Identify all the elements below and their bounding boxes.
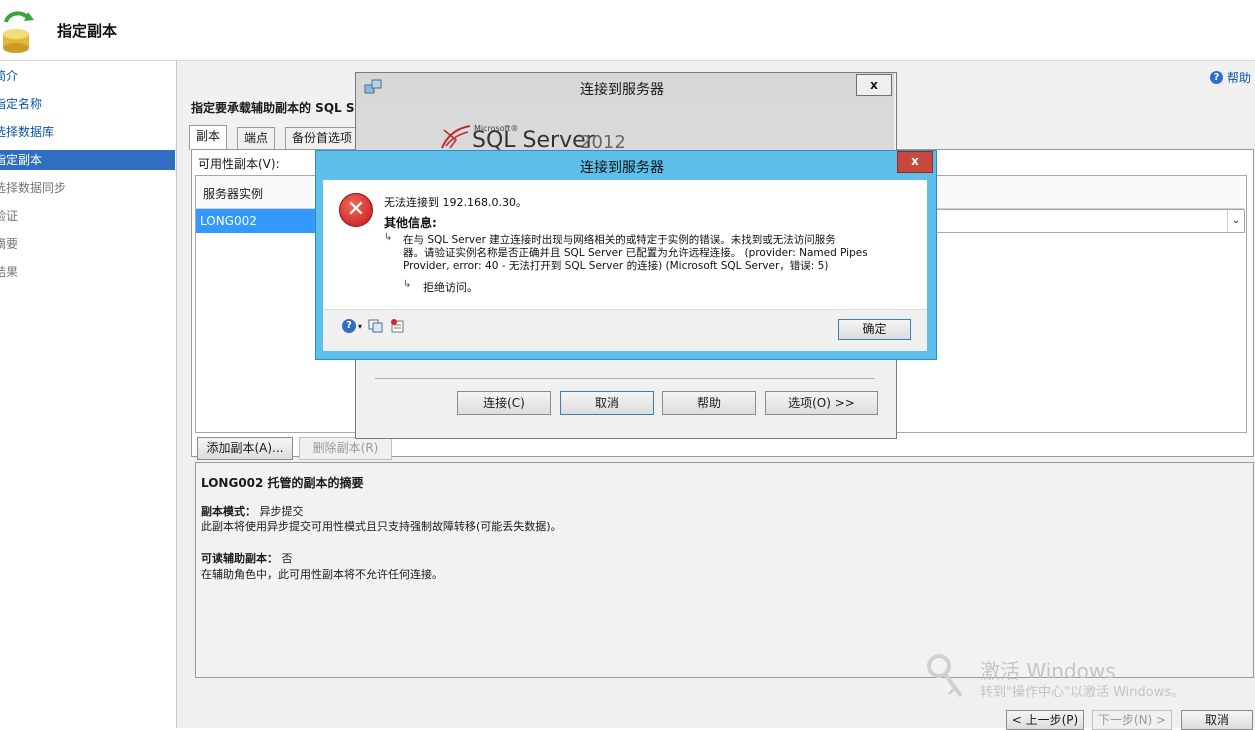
cancel-wizard-button[interactable]: 取消 bbox=[1181, 710, 1253, 730]
inner-error-message: 拒绝访问。 bbox=[423, 281, 478, 294]
divider bbox=[375, 378, 875, 379]
page-title: 指定副本 bbox=[57, 22, 118, 40]
nav-item-intro[interactable]: 简介 bbox=[0, 66, 175, 86]
options-button[interactable]: 选项(O) >> bbox=[765, 391, 878, 415]
error-dialog-close-button[interactable]: x bbox=[897, 151, 933, 173]
tree-arrow-icon: ↳ bbox=[384, 232, 393, 243]
help-icon: ? bbox=[1210, 71, 1223, 84]
tab-replicas[interactable]: 副本 bbox=[189, 125, 228, 150]
wizard-header bbox=[0, 0, 1255, 61]
cancel-connect-button[interactable]: 取消 bbox=[560, 391, 654, 415]
help-button[interactable]: 帮助 bbox=[662, 391, 756, 415]
next-button: 下一步(N) > bbox=[1092, 710, 1172, 730]
error-toolbar: ? ▾ bbox=[342, 319, 406, 333]
nav-item-validation: 验证 bbox=[0, 209, 19, 223]
column-header-server-instance[interactable]: 服务器实例 bbox=[203, 185, 263, 202]
help-label: 帮助 bbox=[1227, 71, 1252, 85]
connect-dialog-title: 连接到服务器 bbox=[580, 82, 664, 98]
availability-replicas-label: 可用性副本(V): bbox=[198, 157, 280, 171]
nav-item-summary: 摘要 bbox=[0, 237, 19, 251]
readable-secondary-line: 可读辅助副本： 否 bbox=[201, 550, 293, 566]
key-icon bbox=[927, 654, 963, 698]
readable-secondary-description: 在辅助角色中，此可用性副本将不允许任何连接。 bbox=[201, 568, 443, 581]
help-dropdown-icon[interactable]: ? bbox=[342, 319, 356, 333]
sql-server-logo-icon bbox=[441, 125, 471, 149]
replica-mode-value: 异步提交 bbox=[259, 505, 304, 518]
readable-secondary-value: 否 bbox=[281, 552, 293, 565]
chevron-down-icon[interactable]: ▾ bbox=[358, 322, 362, 331]
replica-mode-label: 副本模式： bbox=[201, 505, 256, 518]
error-icon: ✕ bbox=[339, 193, 373, 227]
add-replica-button[interactable]: 添加副本(A)... bbox=[197, 437, 293, 460]
remove-replica-button: 删除副本(R) bbox=[299, 437, 392, 460]
more-info-label: 其他信息: bbox=[384, 216, 437, 230]
connect-dialog-close-button[interactable]: x bbox=[856, 74, 892, 96]
nav-item-databases[interactable]: 选择数据库 bbox=[0, 122, 175, 142]
error-detail-line-3: Provider, error: 40 - 无法打开到 SQL Server 的… bbox=[403, 260, 829, 272]
technical-details-icon[interactable] bbox=[390, 319, 406, 333]
ok-button[interactable]: 确定 bbox=[838, 319, 911, 340]
availability-group-icon bbox=[3, 11, 34, 53]
copy-icon[interactable] bbox=[368, 319, 384, 333]
readable-secondary-label: 可读辅助副本： bbox=[201, 552, 278, 565]
previous-button[interactable]: < 上一步(P) bbox=[1006, 710, 1084, 730]
help-link[interactable]: ? 帮助 bbox=[1210, 69, 1251, 86]
tab-backup-preferences[interactable]: 备份首选项 bbox=[285, 127, 360, 149]
wizard-nav: 简介 指定名称 选择数据库 指定副本 选择数据同步 验证 摘要 结果 bbox=[0, 61, 177, 728]
section-heading: 指定要承载辅助副本的 SQL Se bbox=[191, 101, 363, 115]
activation-watermark-subtitle: 转到"操作中心"以激活 Windows。 bbox=[980, 685, 1185, 700]
tree-arrow-icon: ↳ bbox=[403, 279, 412, 290]
replica-mode-description: 此副本将使用异步提交可用性模式且只支持强制故障转移(可能丢失数据)。 bbox=[201, 520, 562, 533]
server-connect-icon bbox=[364, 79, 382, 94]
error-dialog-title: 连接到服务器 bbox=[580, 160, 664, 176]
activation-watermark-title: 激活 Windows bbox=[980, 659, 1116, 683]
nav-item-data-sync: 选择数据同步 bbox=[0, 181, 67, 195]
error-dialog-footer bbox=[323, 309, 927, 351]
nav-item-results: 结果 bbox=[0, 265, 19, 279]
table-row-selected[interactable]: LONG002 bbox=[196, 209, 316, 233]
nav-item-name[interactable]: 指定名称 bbox=[0, 94, 175, 114]
summary-title: LONG002 托管的副本的摘要 bbox=[201, 476, 364, 490]
error-message: 无法连接到 192.168.0.30。 bbox=[384, 196, 527, 209]
chevron-down-icon[interactable]: ⌄ bbox=[1227, 210, 1244, 232]
replica-mode-line: 副本模式： 异步提交 bbox=[201, 503, 304, 519]
replica-mode-dropdown[interactable]: ⌄ bbox=[930, 209, 1245, 233]
tab-endpoints[interactable]: 端点 bbox=[237, 127, 276, 149]
nav-item-replicas[interactable]: 指定副本 bbox=[0, 150, 175, 170]
connect-button[interactable]: 连接(C) bbox=[457, 391, 551, 415]
